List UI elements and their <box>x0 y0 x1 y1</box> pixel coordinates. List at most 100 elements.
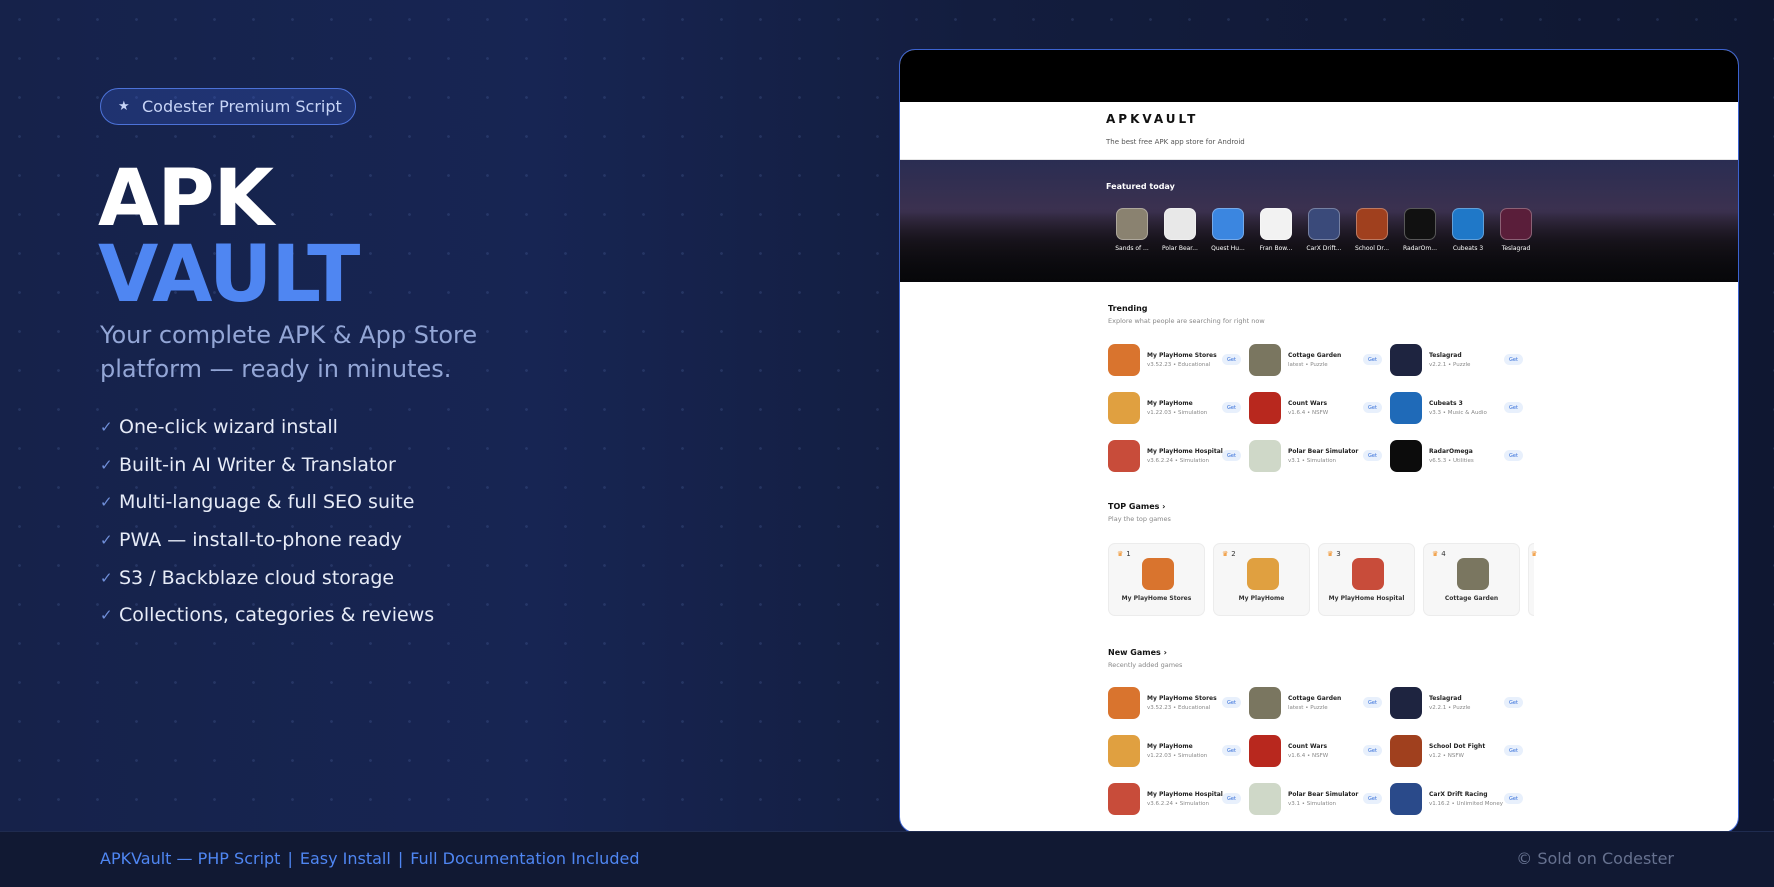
app-list-item[interactable]: CarX Drift Racing v1.16.2 • Unlimited Mon… <box>1390 782 1531 816</box>
app-list-item[interactable]: My PlayHome Stores v3.52.23 • Educational… <box>1108 343 1249 377</box>
app-version-category: v1.22.03 • Simulation <box>1147 410 1208 416</box>
get-button[interactable]: Get <box>1504 745 1523 756</box>
get-button[interactable]: Get <box>1222 745 1241 756</box>
premium-badge: ★ Codester Premium Script <box>100 88 356 125</box>
app-name: Polar Bear Simulator <box>1288 791 1359 798</box>
app-name: Teslagrad <box>1429 352 1462 359</box>
crown-icon: ♛ <box>1117 550 1124 558</box>
get-button[interactable]: Get <box>1363 745 1382 756</box>
app-list-item[interactable]: RadarOmega v6.5.3 • Utilities Get <box>1390 439 1531 473</box>
get-button[interactable]: Get <box>1504 354 1523 365</box>
footer: APKVault — PHP Script | Easy Install | Full … <box>0 831 1774 887</box>
app-icon <box>1249 344 1281 376</box>
app-list-item[interactable]: My PlayHome v1.22.03 • Simulation Get <box>1108 391 1249 425</box>
app-icon <box>1390 687 1422 719</box>
feature-label: Built-in AI Writer & Translator <box>119 453 396 476</box>
get-button[interactable]: Get <box>1363 402 1382 413</box>
top-games-subtitle: Play the top games <box>1108 515 1171 523</box>
rank-badge: ♛ 1 <box>1117 550 1131 558</box>
app-list-item[interactable]: My PlayHome Hospital v3.6.2.24 • Simulati… <box>1108 782 1249 816</box>
featured-app[interactable]: Fran Bow... <box>1252 208 1300 252</box>
featured-app[interactable]: Sands of ... <box>1108 208 1156 252</box>
app-list-item[interactable]: My PlayHome Stores v3.52.23 • Educational… <box>1108 686 1249 720</box>
app-list-item[interactable]: My PlayHome Hospital v3.6.2.24 • Simulati… <box>1108 439 1249 473</box>
get-button[interactable]: Get <box>1222 697 1241 708</box>
trending-title: Trending <box>1108 304 1148 313</box>
top-game-card[interactable]: ♛ 4 Cottage Garden <box>1423 543 1520 616</box>
rank-badge: ♛ 2 <box>1222 550 1236 558</box>
get-button[interactable]: Get <box>1222 450 1241 461</box>
featured-app[interactable]: Teslagrad <box>1492 208 1540 252</box>
featured-app-label: Quest Hu... <box>1211 245 1245 252</box>
app-icon <box>1352 558 1384 590</box>
app-version-category: latest • Puzzle <box>1288 362 1328 368</box>
get-button[interactable]: Get <box>1363 450 1382 461</box>
preview-topbar <box>900 50 1738 102</box>
get-button[interactable]: Get <box>1363 354 1382 365</box>
rank-number: 2 <box>1231 550 1236 558</box>
get-button[interactable]: Get <box>1504 450 1523 461</box>
app-list-item[interactable]: Cottage Garden latest • Puzzle Get <box>1249 343 1390 377</box>
app-list-item[interactable]: Cottage Garden latest • Puzzle Get <box>1249 686 1390 720</box>
title-line-2: VAULT <box>98 230 360 320</box>
footer-product: APKVault — PHP Script <box>100 849 281 868</box>
preview-brand[interactable]: APKVAULT <box>1106 112 1198 126</box>
top-game-card-partial[interactable]: ♛ <box>1528 543 1537 616</box>
app-name: My PlayHome <box>1147 400 1193 407</box>
featured-app[interactable]: RadarOm... <box>1396 208 1444 252</box>
app-icon <box>1212 208 1244 240</box>
app-name: Count Wars <box>1288 743 1328 750</box>
feature-item: ✓ Collections, categories & reviews <box>100 596 434 634</box>
app-version-category: v3.6.2.24 • Simulation <box>1147 458 1210 464</box>
get-button[interactable]: Get <box>1363 697 1382 708</box>
app-meta: Teslagrad v2.2.1 • Puzzle <box>1429 695 1501 711</box>
app-list-item[interactable]: My PlayHome v1.22.03 • Simulation Get <box>1108 734 1249 768</box>
get-button[interactable]: Get <box>1504 793 1523 804</box>
top-game-card[interactable]: ♛ 1 My PlayHome Stores <box>1108 543 1205 616</box>
badge-label: Codester Premium Script <box>142 97 342 116</box>
get-button[interactable]: Get <box>1222 354 1241 365</box>
top-game-name: Cottage Garden <box>1444 595 1499 602</box>
top-games-title[interactable]: TOP Games › <box>1108 502 1171 511</box>
check-icon: ✓ <box>100 417 113 436</box>
app-meta: My PlayHome Stores v3.52.23 • Educational <box>1147 352 1219 368</box>
app-list-item[interactable]: Cubeats 3 v3.3 • Music & Audio Get <box>1390 391 1531 425</box>
new-games-title[interactable]: New Games › <box>1108 648 1182 657</box>
featured-app[interactable]: Polar Bear... <box>1156 208 1204 252</box>
get-button[interactable]: Get <box>1504 402 1523 413</box>
app-list-item[interactable]: Teslagrad v2.2.1 • Puzzle Get <box>1390 686 1531 720</box>
top-game-name: My PlayHome <box>1238 595 1285 602</box>
featured-app[interactable]: CarX Drift... <box>1300 208 1348 252</box>
get-button[interactable]: Get <box>1222 793 1241 804</box>
rank-badge: ♛ 4 <box>1432 550 1446 558</box>
app-list-item[interactable]: Count Wars v1.6.4 • NSFW Get <box>1249 734 1390 768</box>
app-list-item[interactable]: Count Wars v1.6.4 • NSFW Get <box>1249 391 1390 425</box>
top-game-card[interactable]: ♛ 2 My PlayHome <box>1213 543 1310 616</box>
featured-row: Sands of ... Polar Bear... Quest Hu... Fran… <box>1108 208 1540 252</box>
app-meta: My PlayHome v1.22.03 • Simulation <box>1147 400 1219 416</box>
app-icon <box>1500 208 1532 240</box>
app-version-category: v1.6.4 • NSFW <box>1288 410 1329 416</box>
get-button[interactable]: Get <box>1222 402 1241 413</box>
top-game-card[interactable]: ♛ 3 My PlayHome Hospital <box>1318 543 1415 616</box>
feature-item: ✓ S3 / Backblaze cloud storage <box>100 559 434 597</box>
star-icon: ★ <box>118 99 130 114</box>
app-meta: RadarOmega v6.5.3 • Utilities <box>1429 448 1501 464</box>
app-list-item[interactable]: School Dot Fight v1.2 • NSFW Get <box>1390 734 1531 768</box>
subtitle: Your complete APK & App Store platform —… <box>100 321 478 383</box>
featured-app[interactable]: Quest Hu... <box>1204 208 1252 252</box>
app-icon <box>1249 440 1281 472</box>
featured-app[interactable]: Cubeats 3 <box>1444 208 1492 252</box>
trending-subtitle: Explore what people are searching for ri… <box>1108 317 1265 325</box>
app-list-item[interactable]: Teslagrad v2.2.1 • Puzzle Get <box>1390 343 1531 377</box>
app-icon <box>1390 735 1422 767</box>
footer-docs: Full Documentation Included <box>410 849 640 868</box>
app-version-category: v1.22.03 • Simulation <box>1147 753 1208 759</box>
app-list-item[interactable]: Polar Bear Simulator v3.1 • Simulation Get <box>1249 782 1390 816</box>
featured-app[interactable]: School Dr... <box>1348 208 1396 252</box>
get-button[interactable]: Get <box>1363 793 1382 804</box>
rank-number: 4 <box>1441 550 1446 558</box>
app-list-item[interactable]: Polar Bear Simulator v3.1 • Simulation Get <box>1249 439 1390 473</box>
get-button[interactable]: Get <box>1504 697 1523 708</box>
app-name: CarX Drift Racing <box>1429 791 1488 798</box>
